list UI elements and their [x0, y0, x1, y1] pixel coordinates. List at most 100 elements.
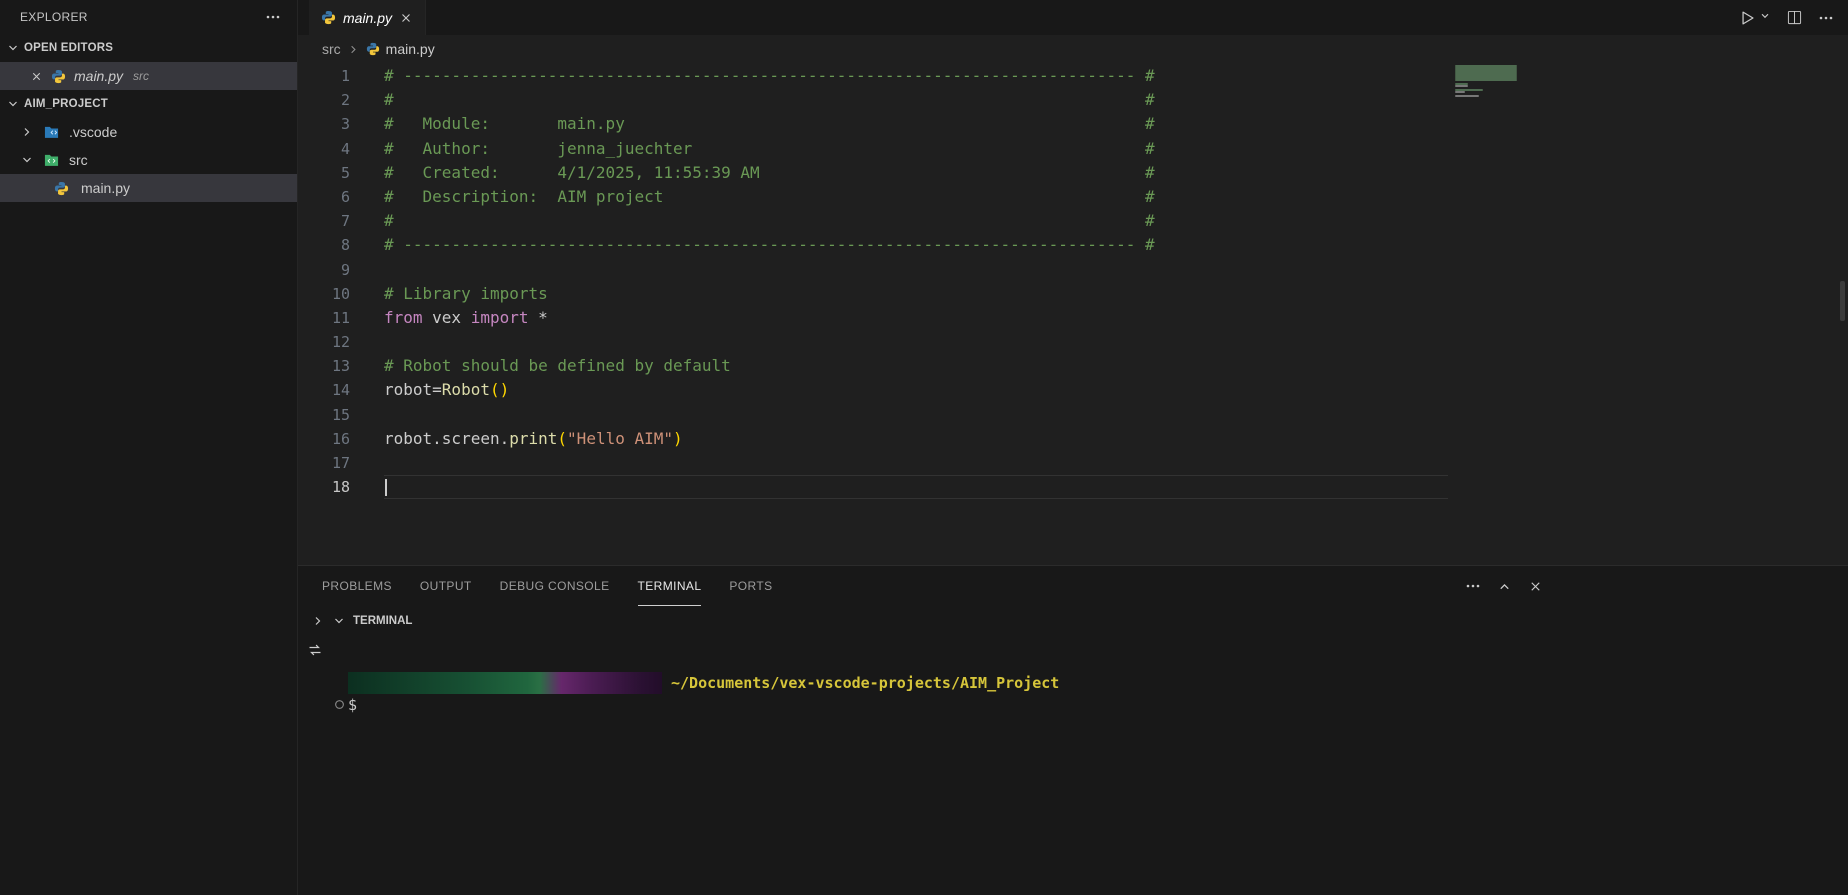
python-file-icon — [321, 10, 336, 25]
chevron-right-icon[interactable] — [311, 614, 325, 628]
line-text: # --------------------------------------… — [384, 64, 1155, 88]
terminal-prompt-line: ~/Documents/vex-vscode-projects/AIM_Proj… — [348, 672, 1848, 694]
terminal-section-header[interactable]: TERMINAL — [298, 606, 1848, 636]
close-tab-icon[interactable] — [399, 11, 413, 25]
line-text: # # — [384, 88, 1155, 112]
code-editor[interactable]: 1 # -------------------------------------… — [298, 63, 1848, 565]
line-number: 15 — [298, 403, 350, 427]
code-line-5[interactable]: 5 # Created: 4/1/2025, 11:55:39 AM # — [298, 161, 1848, 185]
panel-tab-output[interactable]: OUTPUT — [420, 566, 472, 606]
code-line-1[interactable]: 1 # -------------------------------------… — [298, 64, 1848, 88]
code-line-15[interactable]: 15 — [298, 403, 1848, 427]
open-editor-detail: src — [133, 69, 149, 83]
code-line-14[interactable]: 14 robot=Robot() — [298, 378, 1848, 402]
minimap-line — [1455, 91, 1465, 93]
chevron-down-icon — [20, 153, 34, 167]
tab-label: main.py — [343, 10, 392, 26]
close-editor-icon[interactable] — [30, 70, 43, 83]
line-text: # Description: AIM project # — [384, 185, 1155, 209]
panel-tab-terminal[interactable]: TERMINAL — [638, 566, 702, 606]
open-editors-header[interactable]: OPEN EDITORS — [0, 34, 297, 62]
terminal[interactable]: ~/Documents/vex-vscode-projects/AIM_Proj… — [298, 636, 1848, 895]
prompt-gradient-bar — [348, 672, 662, 694]
terminal-command-line[interactable]: $ — [348, 694, 1848, 716]
python-file-icon — [54, 181, 69, 196]
open-editor-item-mainpy[interactable]: main.py src — [0, 62, 297, 90]
panel-tab-problems[interactable]: PROBLEMS — [322, 566, 392, 606]
code-line-16[interactable]: 16 robot.screen.print("Hello AIM") — [298, 427, 1848, 451]
tree-item-label: .vscode — [69, 124, 117, 140]
code-line-11[interactable]: 11 from vex import * — [298, 306, 1848, 330]
code-lines[interactable]: 1 # -------------------------------------… — [298, 63, 1848, 499]
explorer-sidebar: EXPLORER OPEN EDITORS main.py src — [0, 0, 298, 895]
tree-item-vscode-folder[interactable]: .vscode — [0, 118, 297, 146]
minimap-line — [1455, 95, 1479, 97]
tree-item-label: src — [69, 152, 88, 168]
panel-close-icon[interactable] — [1528, 579, 1543, 594]
run-dropdown-chevron-icon[interactable] — [1759, 9, 1771, 27]
project-root-header[interactable]: AIM_PROJECT — [0, 90, 297, 118]
line-number: 1 — [298, 64, 350, 88]
line-number: 16 — [298, 427, 350, 451]
run-button[interactable] — [1738, 9, 1771, 27]
chevron-right-icon — [20, 125, 34, 139]
bottom-panel: PROBLEMS OUTPUT DEBUG CONSOLE TERMINAL P… — [298, 565, 1848, 895]
code-line-8[interactable]: 8# -------------------------------------… — [298, 233, 1848, 257]
code-line-6[interactable]: 6# Description: AIM project # — [298, 185, 1848, 209]
line-text: # Module: main.py # — [384, 112, 1155, 136]
code-line-10[interactable]: 10# Library imports — [298, 282, 1848, 306]
code-line-17[interactable]: 17 — [298, 451, 1848, 475]
chevron-right-icon — [347, 43, 360, 56]
panel-tab-ports[interactable]: PORTS — [729, 566, 772, 606]
code-line-7[interactable]: 7# # — [298, 209, 1848, 233]
tree-item-mainpy[interactable]: main.py — [0, 174, 297, 202]
editor-scrollbar-thumb[interactable] — [1840, 281, 1845, 321]
vscode-folder-icon — [44, 125, 59, 139]
sidebar-title: EXPLORER — [20, 10, 265, 24]
line-number: 14 — [298, 378, 350, 402]
line-number: 17 — [298, 451, 350, 475]
line-number: 5 — [298, 161, 350, 185]
line-text: # Robot should be defined by default — [384, 354, 731, 378]
chevron-down-icon — [332, 614, 346, 628]
sidebar-header: EXPLORER — [0, 0, 297, 34]
code-line-3[interactable]: 3 # Module: main.py # — [298, 112, 1848, 136]
panel-more-actions-icon[interactable] — [1465, 578, 1481, 594]
code-line-4[interactable]: 4# Author: jenna_juechter # — [298, 137, 1848, 161]
line-text: robot.screen.print("Hello AIM") — [384, 427, 683, 451]
line-text: # Created: 4/1/2025, 11:55:39 AM # — [384, 161, 1155, 185]
editor-more-actions-icon[interactable] — [1818, 10, 1834, 26]
tree-item-src-folder[interactable]: src — [0, 146, 297, 174]
line-text: from vex import * — [384, 306, 548, 330]
code-line-9[interactable]: 9 — [298, 258, 1848, 282]
panel-maximize-chevron-icon[interactable] — [1497, 579, 1512, 594]
chevron-down-icon — [6, 97, 20, 111]
editor-area: main.py src — [298, 0, 1848, 895]
explorer-more-actions-icon[interactable] — [265, 9, 281, 25]
terminal-sync-icon — [307, 642, 323, 662]
line-number: 9 — [298, 258, 350, 282]
code-line-12[interactable]: 12 — [298, 330, 1848, 354]
minimap-line — [1455, 85, 1468, 87]
line-text: # Author: jenna_juechter # — [384, 137, 1155, 161]
minimap[interactable] — [1455, 65, 1522, 101]
chevron-down-icon — [6, 41, 20, 55]
panel-tab-debug-console[interactable]: DEBUG CONSOLE — [500, 566, 610, 606]
line-number: 11 — [298, 306, 350, 330]
code-line-2[interactable]: 2# # — [298, 88, 1848, 112]
code-line-13[interactable]: 13# Robot should be defined by default — [298, 354, 1848, 378]
src-folder-icon — [44, 153, 59, 167]
line-number: 3 — [298, 112, 350, 136]
split-editor-button[interactable] — [1787, 10, 1802, 25]
breadcrumb-src[interactable]: src — [322, 41, 341, 57]
terminal-content: ~/Documents/vex-vscode-projects/AIM_Proj… — [298, 636, 1848, 716]
editor-tabbar: main.py — [298, 0, 1848, 35]
vscode-window: EXPLORER OPEN EDITORS main.py src — [0, 0, 1848, 895]
line-text: robot=Robot() — [384, 378, 509, 402]
editor-actions — [1738, 0, 1848, 35]
code-line-18[interactable]: 18 — [298, 475, 1848, 499]
breadcrumb-mainpy[interactable]: main.py — [386, 41, 435, 57]
tab-mainpy[interactable]: main.py — [309, 0, 426, 35]
tree-item-label: main.py — [81, 180, 130, 196]
terminal-cwd-path: ~/Documents/vex-vscode-projects/AIM_Proj… — [671, 674, 1059, 692]
